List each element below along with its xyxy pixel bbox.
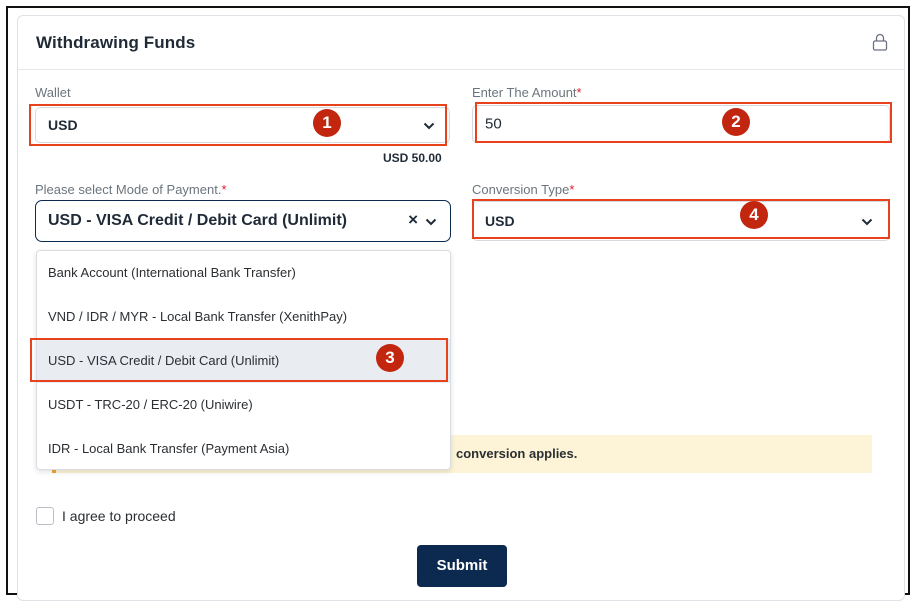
- payment-option[interactable]: IDR - Local Bank Transfer (Payment Asia): [37, 427, 450, 471]
- payment-value: USD - VISA Credit / Debit Card (Unlimit): [48, 212, 347, 229]
- payment-select[interactable]: USD - VISA Credit / Debit Card (Unlimit)…: [35, 200, 451, 242]
- chevron-down-icon: [425, 218, 437, 226]
- payment-option[interactable]: VND / IDR / MYR - Local Bank Transfer (X…: [37, 295, 450, 339]
- alert-text: conversion applies.: [456, 446, 578, 461]
- submit-button[interactable]: Submit: [417, 545, 507, 587]
- annotation-box-amount: [475, 102, 892, 143]
- wallet-label: Wallet: [35, 85, 71, 100]
- annotation-box-wallet: [29, 104, 447, 146]
- amount-label: Enter The Amount*: [472, 85, 582, 100]
- card-title: Withdrawing Funds: [36, 33, 196, 52]
- payment-option[interactable]: Bank Account (International Bank Transfe…: [37, 251, 450, 295]
- annotation-badge-1: 1: [313, 109, 341, 137]
- annotation-badge-4: 4: [740, 201, 768, 229]
- annotation-box-conversion: [472, 199, 890, 239]
- clear-icon[interactable]: ×: [408, 210, 418, 230]
- agree-checkbox[interactable]: [36, 507, 54, 525]
- payment-option[interactable]: USDT - TRC-20 / ERC-20 (Uniwire): [37, 383, 450, 427]
- conversion-label: Conversion Type*: [472, 182, 575, 197]
- card-header: Withdrawing Funds: [18, 16, 904, 70]
- wallet-balance: USD 50.00: [383, 151, 442, 165]
- payment-label: Please select Mode of Payment.*: [35, 182, 227, 197]
- annotation-badge-2: 2: [722, 108, 750, 136]
- annotation-badge-3: 3: [376, 344, 404, 372]
- agree-label[interactable]: I agree to proceed: [62, 508, 176, 524]
- lock-icon: [872, 33, 888, 51]
